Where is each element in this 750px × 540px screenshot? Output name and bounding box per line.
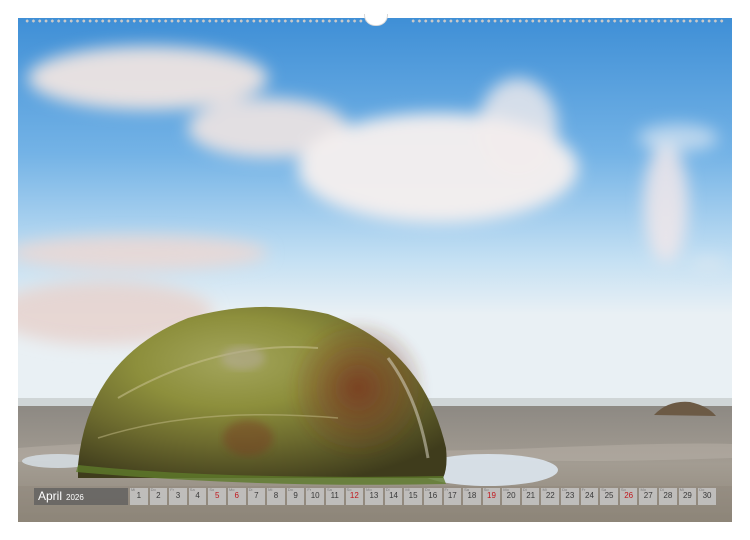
day-number: 23 xyxy=(565,491,575,500)
day-cell: So 26 xyxy=(619,488,638,505)
day-number: 30 xyxy=(702,491,712,500)
day-number: 17 xyxy=(447,491,457,500)
day-cell: Fr 10 xyxy=(306,488,324,505)
day-number: 12 xyxy=(349,491,359,500)
day-cell: Mi 1 xyxy=(130,488,148,505)
day-cell: Fr 24 xyxy=(580,488,599,505)
day-number: 3 xyxy=(175,491,181,500)
day-number: 16 xyxy=(428,491,438,500)
month-name: April xyxy=(38,489,63,503)
day-cell: So 12 xyxy=(345,488,364,505)
day-cell: Mi 8 xyxy=(267,488,285,505)
day-cell: Do 30 xyxy=(698,488,716,505)
day-cell: Di 28 xyxy=(659,488,677,505)
day-number: 19 xyxy=(487,491,496,500)
month-year: 2026 xyxy=(66,493,84,502)
calendar-page: April 2026 Mi 1 Do 2 Fr 3 Sa 4 So 5 Mo 6 Di 7 Mi 8 Do 9 Fr… xyxy=(0,0,750,540)
day-number: 26 xyxy=(624,491,634,500)
day-cell: Di 21 xyxy=(521,488,540,505)
day-cell: Mo 6 xyxy=(227,488,246,505)
landscape-photo xyxy=(18,18,732,522)
day-number: 4 xyxy=(195,491,200,500)
day-number: 8 xyxy=(273,491,279,500)
day-number: 7 xyxy=(254,491,259,500)
day-cell: Di 7 xyxy=(247,488,266,505)
day-cell: Sa 11 xyxy=(325,488,344,505)
day-cell: Fr 3 xyxy=(169,488,187,505)
day-cell: So 19 xyxy=(482,488,501,505)
day-number: 21 xyxy=(526,491,536,500)
day-number: 2 xyxy=(156,491,161,500)
day-number: 10 xyxy=(310,491,320,500)
day-number: 25 xyxy=(604,491,614,500)
day-cell: Sa 4 xyxy=(188,488,207,505)
day-number: 20 xyxy=(506,491,516,500)
day-cell: Sa 25 xyxy=(600,488,618,505)
day-cell: So 5 xyxy=(208,488,226,505)
day-cell: Fr 17 xyxy=(443,488,462,505)
binding-dots-right xyxy=(410,19,726,23)
day-number: 13 xyxy=(369,491,379,500)
month-label-box: April 2026 xyxy=(34,488,128,505)
day-number: 11 xyxy=(330,491,339,500)
day-cell: Do 16 xyxy=(423,488,442,505)
day-number: 22 xyxy=(545,491,555,500)
day-number: 24 xyxy=(585,491,594,500)
day-cell: Mi 29 xyxy=(678,488,697,505)
day-number: 15 xyxy=(408,491,418,500)
day-cell: Mo 20 xyxy=(502,488,520,505)
day-number: 14 xyxy=(389,491,398,500)
day-number: 29 xyxy=(682,491,692,500)
binding-dots-left xyxy=(24,19,366,23)
day-number: 9 xyxy=(293,491,298,500)
calendar-strip: April 2026 Mi 1 Do 2 Fr 3 Sa 4 So 5 Mo 6 Di 7 Mi 8 Do 9 Fr… xyxy=(34,488,716,505)
day-number: 18 xyxy=(467,491,477,500)
day-cell: Do 2 xyxy=(149,488,168,505)
day-cell: Di 14 xyxy=(384,488,403,505)
day-number: 1 xyxy=(136,491,142,500)
day-cell: Mo 27 xyxy=(639,488,658,505)
day-number: 28 xyxy=(663,491,673,500)
day-cell: Mi 15 xyxy=(404,488,422,505)
day-cell: Mo 13 xyxy=(365,488,383,505)
day-cell: Sa 18 xyxy=(463,488,481,505)
day-cell: Do 9 xyxy=(286,488,305,505)
day-cell: Do 23 xyxy=(561,488,579,505)
day-number: 27 xyxy=(643,491,653,500)
day-number: 5 xyxy=(214,491,220,500)
day-number: 6 xyxy=(234,491,239,500)
day-cell: Mi 22 xyxy=(541,488,560,505)
